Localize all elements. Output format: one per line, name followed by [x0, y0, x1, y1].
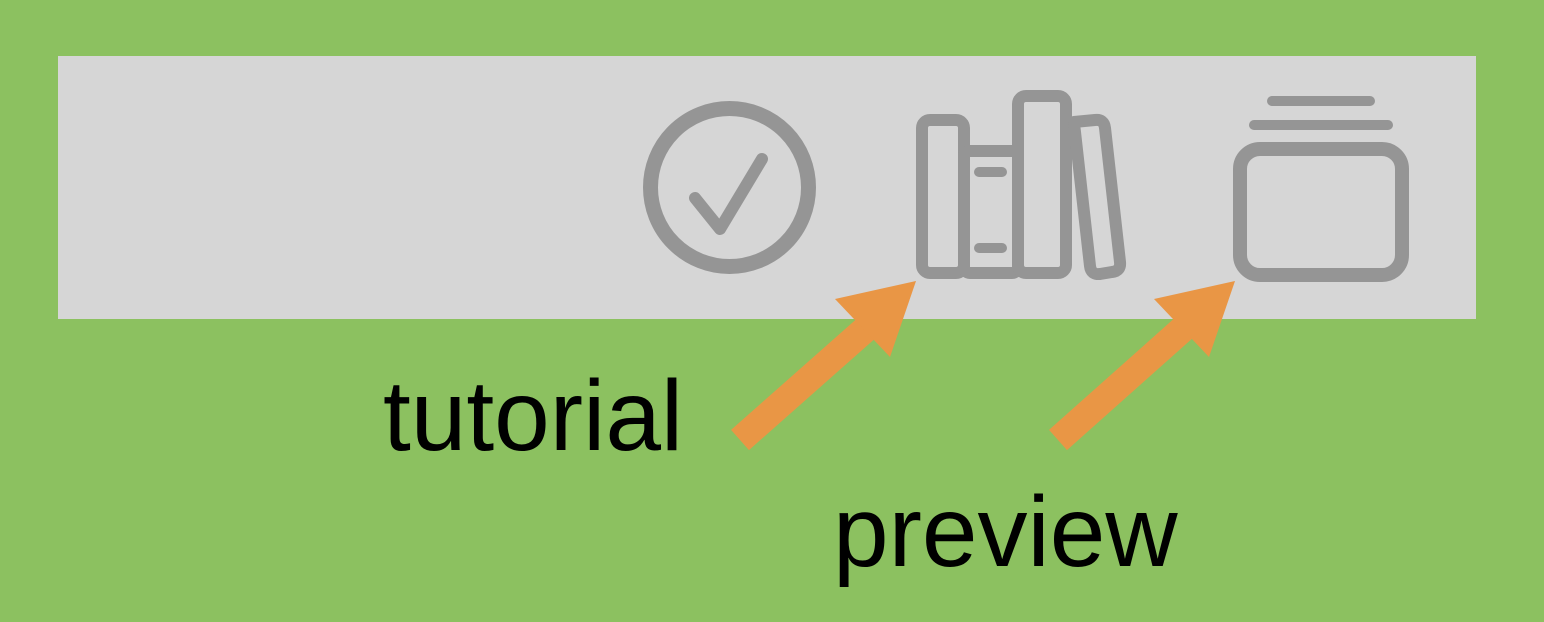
annotated-screenshot: tutorial preview: [0, 0, 1544, 622]
preview-label: preview: [833, 476, 1178, 588]
books-library-icon[interactable]: [916, 90, 1130, 280]
stacked-cards-icon[interactable]: [1230, 94, 1412, 282]
tutorial-label: tutorial: [383, 360, 684, 472]
checkmark-circle-icon[interactable]: [643, 101, 816, 274]
